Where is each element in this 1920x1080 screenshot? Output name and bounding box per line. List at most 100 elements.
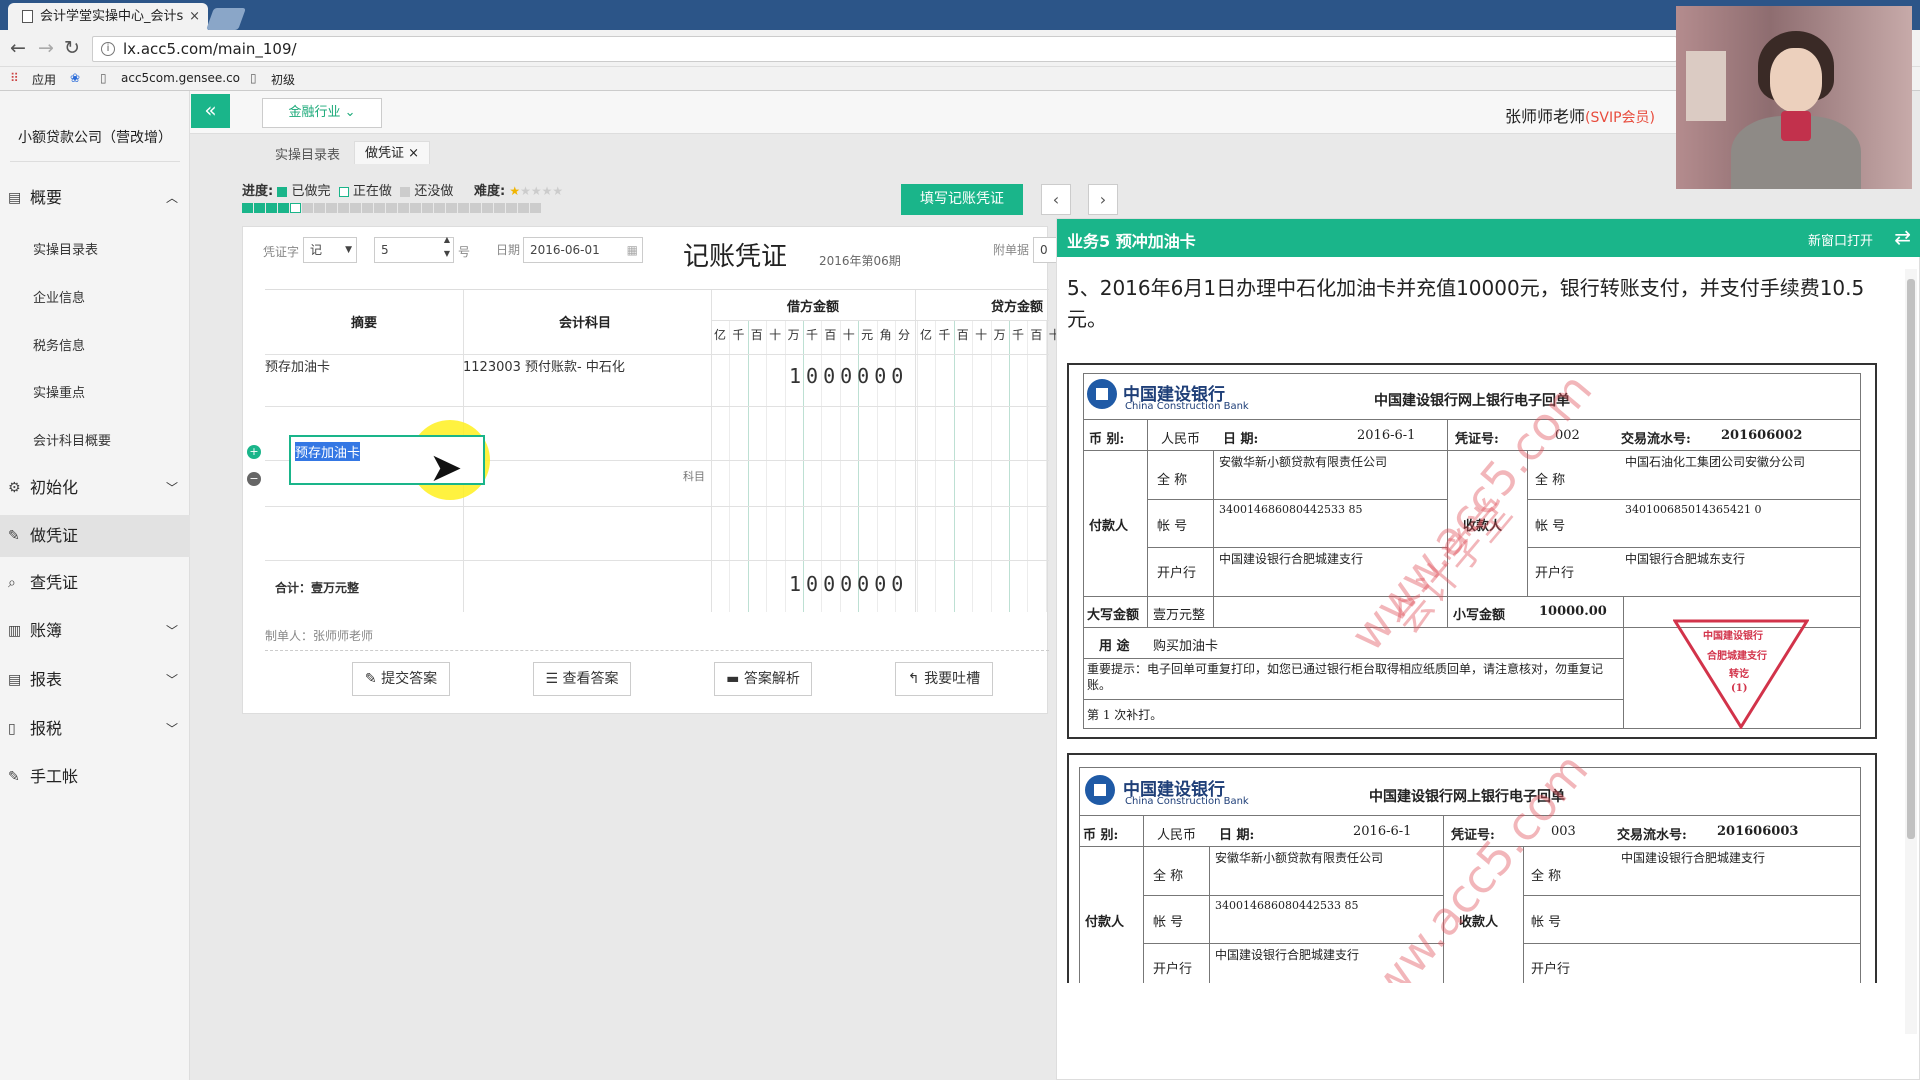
next-button[interactable]: › — [1088, 184, 1118, 215]
sidebar-item-tax[interactable]: ▯ 报税 ﹀ — [0, 708, 190, 750]
bank-stamp: 中国建设银行 合肥城建支行 转讫 (1) — [1672, 619, 1810, 730]
txn-value: 201606002 — [1721, 428, 1803, 443]
add-row-icon[interactable]: + — [247, 445, 261, 459]
date-label: 日期 — [496, 243, 521, 257]
sidebar-item-query-voucher[interactable]: ⌕ 查凭证 — [0, 562, 190, 604]
divider — [1147, 419, 1148, 627]
webcam-video-overlay — [1676, 6, 1912, 189]
sidebar-item-label: 报税 — [30, 719, 63, 738]
sidebar-sub-company-info[interactable]: 企业信息 — [33, 287, 85, 306]
payee-bank: 中国银行合肥城东支行 — [1625, 552, 1746, 566]
sidebar-sub-catalog[interactable]: 实操目录表 — [33, 239, 98, 258]
date-label: 日 期: — [1219, 828, 1255, 843]
reload-icon[interactable]: ↻ — [64, 37, 80, 59]
close-tab-icon[interactable]: × — [408, 146, 419, 161]
sidebar-item-init[interactable]: ⚙ 初始化 ﹀ — [0, 467, 190, 509]
collapse-sidebar-button[interactable]: « — [191, 94, 230, 128]
sidebar-item-ledger[interactable]: ▥ 账簿 ﹀ — [0, 610, 190, 652]
feedback-button[interactable]: ↰ 我要吐槽 — [895, 662, 993, 696]
sidebar-item-report[interactable]: ▤ 报表 ﹀ — [0, 659, 190, 701]
view-answer-button[interactable]: ☰ 查看答案 — [533, 662, 631, 696]
date-input[interactable]: 2016-06-01 ▦ — [523, 237, 643, 263]
apps-icon[interactable]: ⠿ — [10, 71, 19, 85]
scrollbar[interactable] — [1905, 269, 1917, 1034]
info-icon[interactable]: i — [101, 42, 115, 56]
row1-account[interactable]: 1123003 预付账款- 中石化 — [463, 356, 625, 375]
attachment-label: 附单据 — [993, 243, 1030, 257]
grid-line — [1009, 320, 1010, 612]
print-count: 第 1 次补打。 — [1087, 708, 1163, 722]
sidebar-item-manual-ledger[interactable]: ✎ 手工帐 — [0, 756, 190, 798]
tab-make-voucher[interactable]: 做凭证 × — [354, 141, 431, 164]
debit-digit-header: 千 — [805, 328, 818, 342]
answer-analysis-button[interactable]: ▬ 答案解析 — [714, 662, 812, 696]
video-shelf — [1686, 51, 1726, 121]
voucher-word-select[interactable]: 记 ▼ — [303, 237, 357, 263]
payee-bank-label: 开户行 — [1531, 962, 1571, 977]
row1-debit-amount[interactable]: 1000000 — [789, 364, 908, 388]
progress-segment — [470, 203, 481, 213]
sidebar-item-make-voucher[interactable]: ✎ 做凭证 — [0, 515, 190, 557]
open-new-window-link[interactable]: 新窗口打开 — [1808, 230, 1873, 249]
difficulty-label: 难度: — [474, 184, 506, 199]
industry-dropdown[interactable]: 金融行业 ⌄ — [262, 98, 382, 128]
sidebar-sub-tax-info[interactable]: 税务信息 — [33, 335, 85, 354]
stamp-line: 合肥城建支行 — [1707, 651, 1767, 662]
grid-line — [1027, 320, 1029, 612]
row1-summary[interactable]: 预存加油卡 — [265, 356, 330, 375]
sidebar-item-label: 概要 — [30, 188, 63, 207]
scrollbar-thumb[interactable] — [1907, 279, 1915, 839]
voucher-title: 记账凭证 — [683, 242, 788, 272]
sidebar-item-overview[interactable]: ▤ 概要 ︿ — [0, 177, 190, 219]
remove-row-icon[interactable]: − — [247, 472, 261, 486]
tab-catalog[interactable]: 实操目录表 — [275, 144, 340, 163]
browser-tab[interactable]: 会计学堂实操中心_会计s × — [8, 3, 208, 30]
progress-segment — [326, 203, 337, 213]
bookmark-gensee[interactable]: acc5com.gensee.co — [121, 71, 240, 85]
page-icon: ▯ — [250, 71, 257, 85]
divider — [1623, 596, 1624, 729]
mouse-cursor-icon: ➤ — [429, 445, 463, 491]
bookmarks-bar: ⠿ 应用 ❀ ▯ acc5com.gensee.co ▯ 初级 — [0, 67, 1920, 91]
close-tab-icon[interactable]: × — [189, 3, 200, 30]
date-value: 2016-6-1 — [1357, 428, 1416, 443]
account-hint[interactable]: 科目 — [683, 468, 705, 484]
grid-line — [935, 320, 937, 612]
debit-digit-header: 分 — [897, 328, 910, 342]
stepper-arrows-icon[interactable]: ▲ ▼ — [444, 233, 450, 261]
calendar-icon[interactable]: ▦ — [627, 238, 638, 262]
grid-line — [729, 320, 731, 612]
voucher-word-value: 记 — [310, 243, 323, 257]
prev-button[interactable]: ‹ — [1041, 184, 1071, 215]
back-icon[interactable]: ← — [10, 37, 26, 59]
stamp-line: (1) — [1731, 683, 1748, 694]
edit-icon: ✎ — [364, 671, 377, 687]
bookmark-junior[interactable]: 初级 — [271, 71, 295, 88]
grid-line — [972, 320, 974, 612]
video-person-scarf — [1781, 111, 1811, 141]
divider — [1083, 419, 1861, 420]
chevron-down-icon: ⌄ — [344, 105, 356, 120]
new-tab-button[interactable] — [205, 8, 247, 30]
payee-account: 340100685014365421 0 — [1625, 503, 1762, 516]
bookmark-apps[interactable]: 应用 — [32, 71, 56, 88]
pencil-icon: ✎ — [8, 769, 20, 785]
voucher-number-stepper[interactable]: 5 ▲ ▼ — [374, 235, 454, 263]
fill-voucher-button[interactable]: 填写记账凭证 — [901, 184, 1023, 215]
url-field[interactable]: i lx.acc5.com/main_109/ — [92, 36, 1677, 62]
divider — [1147, 547, 1447, 548]
credit-digit-header: 万 — [993, 328, 1006, 342]
credit-digit-header: 十 — [975, 328, 988, 342]
txn-value: 201606003 — [1717, 824, 1799, 839]
todo-label: 还没做 — [414, 184, 454, 199]
forward-icon[interactable]: → — [38, 37, 54, 59]
date-label: 日 期: — [1223, 432, 1259, 447]
submit-answer-button[interactable]: ✎ 提交答案 — [352, 662, 450, 696]
page-tabs: 实操目录表 做凭证 × — [190, 134, 1680, 167]
swap-icon[interactable]: ⇄ — [1894, 225, 1911, 249]
progress-segment — [290, 203, 301, 213]
sidebar-sub-key-points[interactable]: 实操重点 — [33, 382, 85, 401]
sidebar-item-label: 报表 — [30, 670, 63, 689]
sidebar-sub-accounts[interactable]: 会计科目概要 — [33, 430, 111, 449]
button-label: 我要吐槽 — [924, 671, 981, 687]
